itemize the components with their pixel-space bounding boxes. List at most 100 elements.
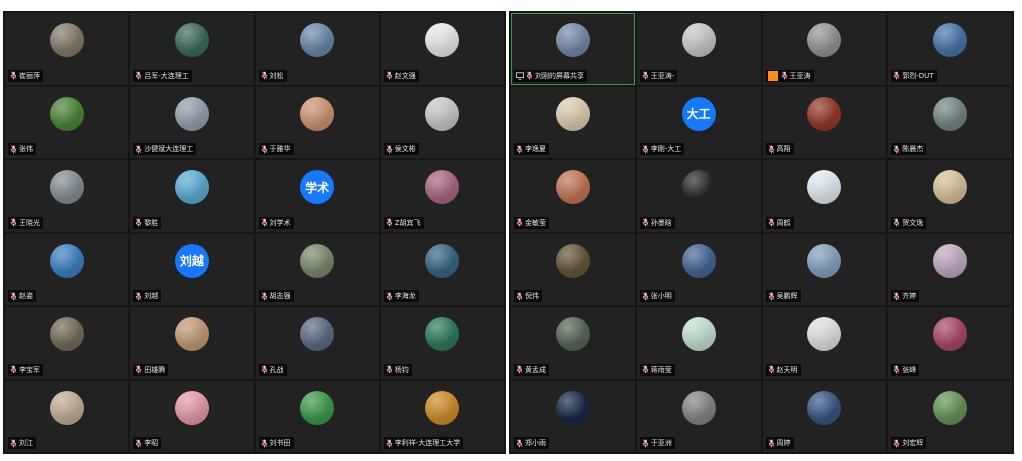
mic-muted-icon [10,218,17,227]
participant-tile[interactable]: 陈晨杰 [888,86,1012,158]
participant-name: 刘书田 [269,439,291,447]
participant-tile[interactable]: 蒋雨莹 [636,307,761,379]
participant-name: 黄孟成 [525,365,546,374]
participant-name: 蒋雨莹 [650,365,672,374]
participant-tile[interactable]: 孔战 [255,307,379,379]
participant-name: 李刚-大工 [650,145,682,153]
participant-tile[interactable]: 侯文彬 [380,86,504,158]
mic-muted-icon [261,71,267,80]
participant-tile[interactable]: 刘江 [5,380,129,452]
participant-name: 刘松 [269,71,284,80]
participant-name: 于亚洲 [650,439,672,447]
participant-tile[interactable]: 高翔 [762,86,887,158]
participant-name-label: 刘学术 [258,216,294,229]
participant-tile[interactable]: 吕军-大连理工 [130,13,254,85]
participant-name-label: 张小明 [639,290,675,302]
avatar-photo [807,317,842,352]
participant-tile[interactable]: 李海龙 [380,233,504,305]
participant-name-label: 侯文彬 [383,143,419,155]
participant-tile[interactable]: 郑小雨 [511,380,635,452]
participant-name-label: 赵天明 [765,363,801,376]
participant-tile[interactable]: 金敏莹 [511,160,635,232]
participant-tile[interactable]: 学术 刘学术 [255,160,379,232]
participant-tile[interactable]: 大工 李刚-大工 [636,86,761,158]
participant-name: 贺文逸 [902,218,924,227]
avatar-photo [681,317,716,352]
participant-name: 郭烈-DUT [902,71,934,80]
avatar-photo [300,317,335,352]
participant-tile[interactable]: 王亚涛 [762,13,887,85]
participant-name-label: 赵姿 [8,290,36,302]
mic-muted-icon [10,291,17,300]
participant-tile[interactable]: 李利祥-大连理工大学 [380,380,504,452]
participant-tile[interactable]: 赵姿 [5,233,129,305]
participant-name-label: 刘刚的屏幕共享 [514,69,587,82]
participant-tile[interactable]: 郭烈-DUT [888,13,1012,85]
participant-name-label: 王亚涛- [639,69,678,82]
avatar-photo [49,96,84,131]
participant-name: 郑小雨 [525,439,546,447]
participant-tile[interactable]: 王晓光 [5,160,129,232]
avatar-photo [300,390,335,425]
participant-tile[interactable]: 于亚洲 [636,380,761,452]
mic-muted-icon [261,365,267,374]
participant-name-label: 黎胜 [133,216,162,229]
participant-tile[interactable]: 李昭 [130,380,254,452]
participant-tile[interactable]: 崔丽萍 [5,13,129,85]
participant-tile[interactable]: 刘松 [255,13,379,85]
participant-tile[interactable]: 李宝军 [5,307,129,379]
participant-tile[interactable]: 胡志强 [255,233,379,305]
participant-tile[interactable]: 齐婷 [888,233,1012,305]
participant-name: 张峰 [902,365,917,374]
participant-tile[interactable]: 刘刚的屏幕共享 [511,13,635,85]
participant-tile[interactable]: 刘宏辉 [888,380,1012,452]
avatar-photo [681,390,716,425]
participant-tile[interactable]: 杨钧 [380,307,504,379]
participant-tile[interactable]: 刘越 刘越 [130,233,254,305]
participant-name: 陈晨杰 [902,145,924,153]
participant-name-label: 于雅华 [258,143,294,155]
participant-tile[interactable]: 倪伟 [511,233,635,305]
participant-name: 刘宏辉 [902,439,924,447]
participant-tile[interactable]: 王亚涛- [636,13,761,85]
participant-name-label: 郭烈-DUT [891,69,937,82]
participant-tile[interactable]: 张伟 [5,86,129,158]
participant-name-label: 胡志强 [258,290,294,302]
participant-tile[interactable]: Z胡宾飞 [380,160,504,232]
participant-tile[interactable]: 赵文强 [380,13,504,85]
participant-tile[interactable]: 贺文逸 [888,160,1012,232]
avatar-photo [807,170,842,205]
participant-name: 田雄腾 [144,365,166,374]
mic-muted-icon [261,438,267,447]
participant-tile[interactable]: 张峰 [888,307,1012,379]
mic-muted-icon [10,71,17,80]
avatar-photo [425,243,460,278]
participant-name: 王晓光 [19,218,40,227]
participant-tile[interactable]: 刘书田 [255,380,379,452]
avatar-photo [425,96,460,131]
participant-gallery-right: 刘刚的屏幕共享 王亚涛- 王亚涛 郭烈-DUT 李逸夏 大工 李刚-大工 高翔陈晨杰金敏莹 孙墨… [509,11,1014,454]
participant-tile[interactable]: 周婷 [762,380,887,452]
participant-tile[interactable]: 黄孟成 [511,307,635,379]
participant-tile[interactable]: 李逸夏 [511,86,635,158]
participant-tile[interactable]: 于雅华 [255,86,379,158]
mic-muted-icon [781,71,787,80]
participant-tile[interactable]: 周鹤 [762,160,887,232]
participant-tile[interactable]: 赵天明 [762,307,887,379]
participant-name: 金敏莹 [525,218,546,227]
participant-name-label: 黄孟成 [514,363,549,376]
mic-muted-icon [768,438,774,447]
participant-tile[interactable]: 孙墨晗 [636,160,761,232]
mic-muted-icon [893,291,900,300]
participant-tile[interactable]: 沙健斌大连理工 [130,86,254,158]
participant-tile[interactable]: 张小明 [636,233,761,305]
participant-name-label: 王亚涛 [765,69,814,82]
screen-share-icon [516,71,524,80]
avatar-photo [807,243,842,278]
participant-tile[interactable]: 黎胜 [130,160,254,232]
participant-name: 刘刚的屏幕共享 [535,71,584,80]
avatar-photo [555,23,590,58]
participant-name: 王亚涛 [789,71,811,80]
participant-tile[interactable]: 吴鹏辉 [762,233,887,305]
participant-tile[interactable]: 田雄腾 [130,307,254,379]
